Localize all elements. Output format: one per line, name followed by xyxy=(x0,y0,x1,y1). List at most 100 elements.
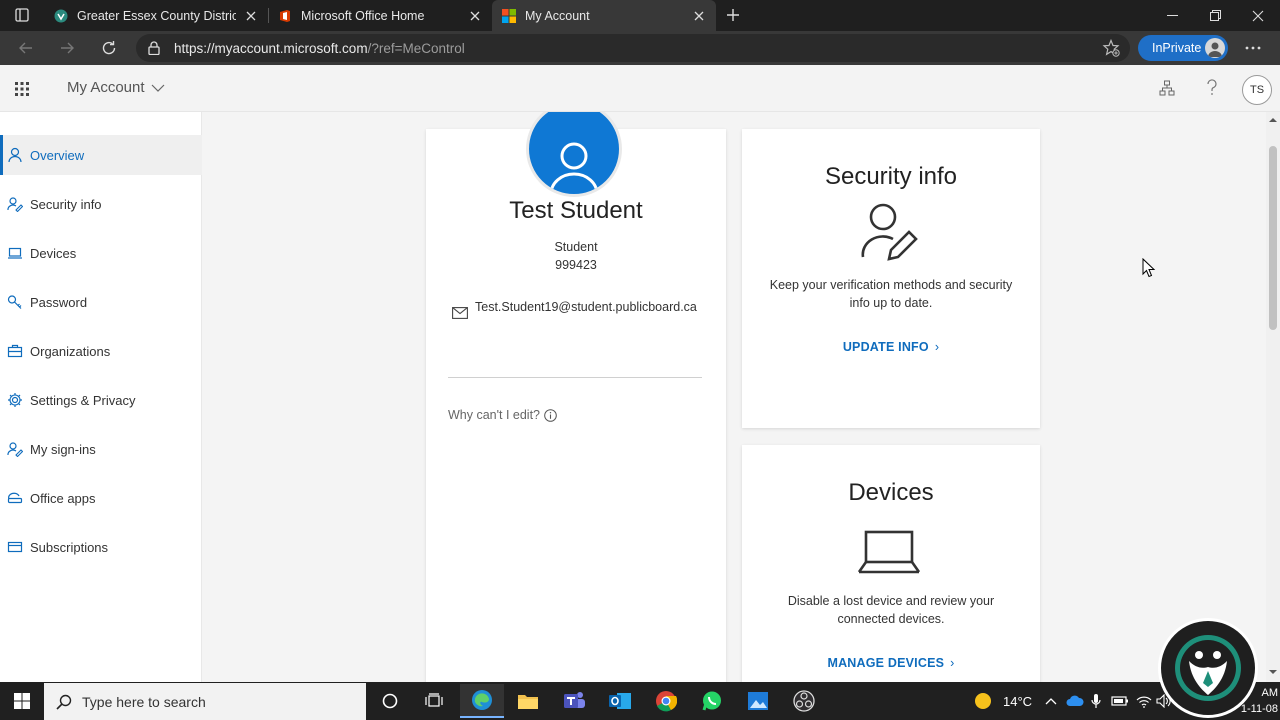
mail-icon xyxy=(452,307,468,319)
arrow-right-icon xyxy=(61,42,74,54)
shield-favicon-icon xyxy=(54,9,68,22)
devices-card: Devices Disable a lost device and review… xyxy=(742,445,1040,682)
sidebar-item-label: My sign-ins xyxy=(30,441,96,457)
taskbar-obs-app[interactable] xyxy=(782,684,826,718)
sidebar-item-label: Subscriptions xyxy=(30,539,109,555)
refresh-button[interactable] xyxy=(95,35,123,61)
help-button[interactable] xyxy=(1201,77,1223,99)
url-path: /?ref=MeControl xyxy=(367,40,465,56)
microphone-tray-icon[interactable] xyxy=(1091,682,1101,720)
taskbar-outlook-app[interactable] xyxy=(598,684,642,718)
forward-button[interactable] xyxy=(53,35,81,61)
sidebar-item-my-sign-ins[interactable]: My sign-ins xyxy=(0,429,202,469)
tab-title: My Account xyxy=(525,8,590,23)
scrollbar-thumb[interactable] xyxy=(1269,146,1277,330)
restore-window-button[interactable] xyxy=(1193,0,1237,31)
show-hidden-icons-button[interactable] xyxy=(1045,682,1057,720)
manage-devices-link[interactable]: MANAGE DEVICES › xyxy=(742,656,1040,670)
cloud-icon xyxy=(1066,695,1084,706)
close-tab-icon[interactable] xyxy=(468,9,482,23)
profile-avatar[interactable] xyxy=(526,112,622,197)
url-text: https://myaccount.microsoft.com/?ref=MeC… xyxy=(174,41,465,56)
sidebar-item-office-apps[interactable]: Office apps xyxy=(0,478,202,518)
browser-tab-office-home[interactable]: Microsoft Office Home xyxy=(268,0,492,31)
page-scrollbar[interactable] xyxy=(1266,112,1280,682)
taskbar-search-input[interactable]: Type here to search xyxy=(44,683,366,720)
key-icon xyxy=(7,295,22,309)
sidebar-item-password[interactable]: Password xyxy=(0,282,202,322)
profile-divider xyxy=(448,377,702,378)
sidebar-item-overview[interactable]: Overview xyxy=(0,135,202,175)
profile-name: Test Student xyxy=(509,197,643,224)
security-info-title: Security info xyxy=(824,163,958,190)
info-icon xyxy=(544,408,557,422)
person-icon xyxy=(8,147,22,163)
sidebar-item-label: Password xyxy=(30,294,88,310)
wifi-tray-icon[interactable] xyxy=(1136,682,1152,720)
taskbar-edge-app[interactable] xyxy=(460,684,504,718)
taskbar-whatsapp-app[interactable] xyxy=(690,684,734,718)
search-icon xyxy=(56,694,72,710)
chevron-right-icon: › xyxy=(934,340,940,354)
org-chart-icon xyxy=(1159,80,1175,96)
task-view-button[interactable] xyxy=(412,684,456,718)
teams-icon xyxy=(564,692,585,708)
org-chart-button[interactable] xyxy=(1156,77,1178,99)
add-favorite-icon[interactable] xyxy=(1102,39,1120,57)
update-info-label: UPDATE INFO xyxy=(842,340,929,354)
lock-icon[interactable] xyxy=(148,41,160,55)
manage-devices-label: MANAGE DEVICES xyxy=(827,656,945,670)
taskbar-photos-app[interactable] xyxy=(736,684,780,718)
taskbar-file-explorer-app[interactable] xyxy=(506,684,550,718)
inprivate-button[interactable]: InPrivate xyxy=(1138,35,1228,61)
onedrive-tray-icon[interactable] xyxy=(1066,682,1084,720)
sidebar-item-label: Devices xyxy=(30,245,77,261)
weather-widget[interactable]: 14°C xyxy=(974,682,1032,720)
sidebar-item-label: Settings & Privacy xyxy=(30,392,136,408)
app-header: My Account TS xyxy=(0,65,1280,112)
address-bar-input[interactable]: https://myaccount.microsoft.com/?ref=MeC… xyxy=(136,34,1130,62)
briefcase-icon xyxy=(7,344,23,358)
close-tab-icon[interactable] xyxy=(692,9,706,23)
scroll-up-icon[interactable] xyxy=(1269,116,1277,124)
browser-tab-strip: Greater Essex County District Sch Micros… xyxy=(0,0,1280,31)
close-window-button[interactable] xyxy=(1236,0,1280,31)
plus-icon xyxy=(727,9,739,21)
battery-tray-icon[interactable] xyxy=(1111,682,1129,720)
browser-tab-my-account[interactable]: My Account xyxy=(492,0,716,31)
temperature: 14°C xyxy=(1003,693,1033,709)
start-button[interactable] xyxy=(0,682,44,720)
minimize-window-button[interactable] xyxy=(1150,0,1194,31)
security-info-card: Security info Keep your verification met… xyxy=(742,129,1040,428)
update-info-link[interactable]: UPDATE INFO › xyxy=(742,340,1040,354)
task-view-icon xyxy=(425,693,443,707)
sidebar-item-label: Security info xyxy=(30,196,102,212)
browser-menu-button[interactable] xyxy=(1240,36,1266,60)
sidebar-item-security-info[interactable]: Security info xyxy=(0,184,202,224)
laptop-icon xyxy=(857,530,921,574)
close-tab-icon[interactable] xyxy=(244,9,258,23)
app-title-dropdown[interactable]: My Account xyxy=(67,79,165,96)
tab-title: Microsoft Office Home xyxy=(301,8,425,23)
taskbar-chrome-app[interactable] xyxy=(644,684,688,718)
sidebar-item-devices[interactable]: Devices xyxy=(0,233,202,273)
why-cant-i-edit-link[interactable]: Why can't I edit? xyxy=(448,408,557,422)
laptop-icon xyxy=(8,247,22,259)
cortana-button[interactable] xyxy=(368,684,412,718)
folder-icon xyxy=(518,695,538,709)
person-edit-icon xyxy=(861,203,918,261)
app-launcher-icon[interactable] xyxy=(12,79,32,99)
user-account-button[interactable]: TS xyxy=(1242,75,1272,105)
sidebar-item-organizations[interactable]: Organizations xyxy=(0,331,202,371)
sidebar-item-label: Office apps xyxy=(30,490,96,506)
scroll-down-icon[interactable] xyxy=(1269,668,1277,676)
new-tab-button[interactable] xyxy=(722,4,744,26)
taskbar-teams-app[interactable] xyxy=(552,684,596,718)
tab-actions-button[interactable] xyxy=(6,4,38,26)
browser-tab-school[interactable]: Greater Essex County District Sch xyxy=(44,0,268,31)
whatsapp-icon xyxy=(702,691,721,711)
back-button[interactable] xyxy=(12,35,40,61)
sidebar-item-settings-privacy[interactable]: Settings & Privacy xyxy=(0,380,202,420)
sidebar-item-subscriptions[interactable]: Subscriptions xyxy=(0,527,202,567)
mouse-cursor-icon xyxy=(1142,258,1156,278)
